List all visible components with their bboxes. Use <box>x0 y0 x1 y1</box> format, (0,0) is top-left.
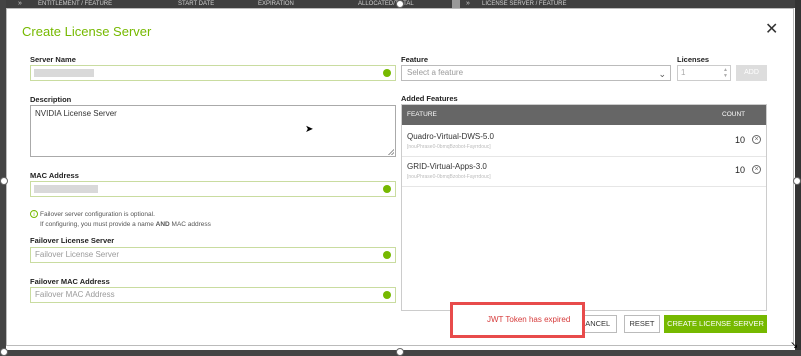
feature-name: GRID-Virtual-Apps-3.0 <box>407 162 487 171</box>
licenses-label: Licenses <box>677 55 710 64</box>
header-column: ALLOCATED/TOTAL <box>358 1 414 7</box>
failover-info-emphasis: AND <box>155 221 170 228</box>
column-header-count: COUNT <box>722 111 746 118</box>
valid-indicator-icon <box>383 291 391 299</box>
remove-feature-icon[interactable]: × <box>752 135 761 144</box>
mac-address-label: MAC Address <box>30 171 79 180</box>
create-license-server-dialog: Create License Server ✕ Server Name Desc… <box>6 8 794 346</box>
description-textarea[interactable]: NVIDIA License Server <box>30 105 396 157</box>
error-message-box: JWT Token has expired <box>450 302 585 338</box>
feature-name: Quadro-Virtual-DWS-5.0 <box>407 132 494 141</box>
feature-count: 10 <box>735 165 746 175</box>
resize-handle-icon[interactable] <box>396 0 404 8</box>
failover-info-text: MAC address <box>169 221 211 228</box>
create-license-server-button[interactable]: CREATE LICENSE SERVER <box>664 315 767 333</box>
resize-grip-icon[interactable] <box>388 149 394 155</box>
header-column: EXPIRATION <box>258 1 294 7</box>
failover-info-text: If configuring, you must provide a name <box>40 221 156 228</box>
add-feature-button[interactable]: ADD <box>736 65 767 81</box>
added-features-table: FEATURE COUNT Quadro-Virtual-DWS-5.0 [no… <box>401 104 767 311</box>
header-column: START DATE <box>178 1 215 7</box>
feature-label: Feature <box>401 55 429 64</box>
server-name-label: Server Name <box>30 55 76 64</box>
expand-icon: » <box>18 0 22 7</box>
dialog-title: Create License Server <box>22 24 152 39</box>
resize-handle-icon[interactable] <box>793 177 801 185</box>
resize-handle-icon[interactable] <box>0 348 8 356</box>
valid-indicator-icon <box>383 69 391 77</box>
resize-handle-icon[interactable] <box>396 348 404 356</box>
licenses-stepper[interactable]: 1 ▲ ▼ <box>677 65 731 81</box>
column-header-feature: FEATURE <box>407 111 437 118</box>
remove-feature-icon[interactable]: × <box>752 165 761 174</box>
info-icon: i <box>30 210 38 218</box>
header-column: LICENSE SERVER / FEATURE <box>482 1 567 7</box>
table-row: GRID-Virtual-Apps-3.0 [nouPhrase0-0bmqBz… <box>402 156 766 187</box>
stepper-arrows-icon[interactable]: ▲ ▼ <box>723 67 728 79</box>
failover-server-label: Failover License Server <box>30 236 115 245</box>
screenshot-stage: » ENTITLEMENT / FEATURE START DATE EXPIR… <box>0 0 801 356</box>
failover-server-input[interactable]: Failover License Server <box>30 247 396 263</box>
header-divider <box>452 0 460 8</box>
feature-id: [nouPhrase0-0bmqBzobot-Fayrrdouc] <box>407 144 491 150</box>
description-value: NVIDIA License Server <box>35 109 117 118</box>
failover-info-line1: Failover server configuration is optiona… <box>40 211 155 218</box>
failover-mac-input[interactable]: Failover MAC Address <box>30 287 396 303</box>
chevron-down-icon: ⌄ <box>658 69 666 79</box>
valid-indicator-icon <box>383 251 391 259</box>
expand-icon: » <box>466 0 470 7</box>
resize-handle-icon[interactable] <box>0 177 8 185</box>
failover-mac-label: Failover MAC Address <box>30 277 110 286</box>
error-message: JWT Token has expired <box>487 315 571 324</box>
valid-indicator-icon <box>383 185 391 193</box>
resize-cursor-icon: ↘ <box>790 340 799 351</box>
added-features-title: Added Features <box>401 94 458 103</box>
header-column: ENTITLEMENT / FEATURE <box>38 1 113 7</box>
failover-info-line2: If configuring, you must provide a name … <box>40 221 211 228</box>
close-icon[interactable]: ✕ <box>765 22 778 38</box>
feature-select[interactable]: Select a feature ⌄ <box>401 65 671 81</box>
table-header: FEATURE COUNT <box>402 105 766 125</box>
mouse-pointer-icon: ➤ <box>305 124 314 135</box>
feature-id: [nouPhrase0-0bmqBzobot-Fayrrdouc] <box>407 174 491 180</box>
redacted-value <box>34 185 98 193</box>
licenses-value: 1 <box>681 68 686 77</box>
feature-select-placeholder: Select a feature <box>407 68 464 77</box>
table-row: Quadro-Virtual-DWS-5.0 [nouPhrase0-0bmqB… <box>402 126 766 157</box>
feature-count: 10 <box>735 135 746 145</box>
description-label: Description <box>30 95 72 104</box>
reset-button[interactable]: RESET <box>624 315 660 333</box>
redacted-value <box>34 69 94 77</box>
